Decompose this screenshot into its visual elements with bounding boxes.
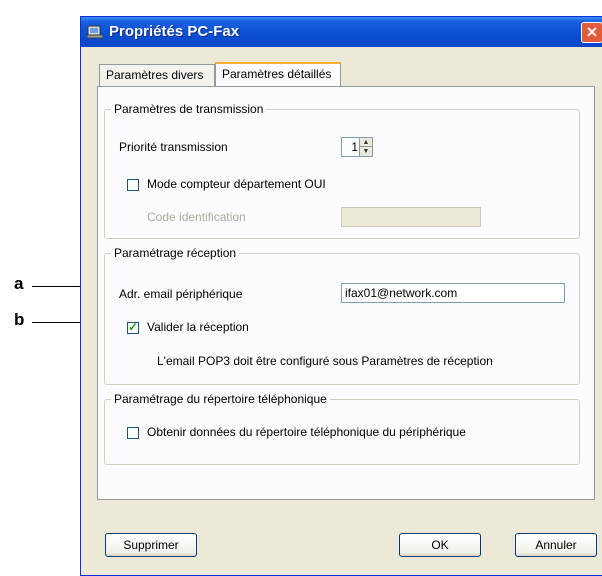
phonebook-group-label: Paramétrage du répertoire téléphonique bbox=[111, 392, 330, 406]
tab-label: Paramètres détaillés bbox=[222, 67, 332, 81]
spinner-buttons: ▲ ▼ bbox=[359, 138, 372, 156]
transmission-group-label: Paramètres de transmission bbox=[111, 102, 267, 116]
obtain-phonebook-checkbox[interactable] bbox=[127, 427, 139, 439]
reception-group-label: Paramétrage réception bbox=[111, 246, 240, 260]
code-identification-label: Code identification bbox=[147, 210, 246, 224]
validate-reception-checkbox[interactable]: ✓ bbox=[127, 320, 139, 334]
dept-counter-checkbox[interactable] bbox=[127, 179, 139, 191]
close-button[interactable]: ✕ bbox=[581, 22, 602, 43]
annotation-a-label: a bbox=[14, 274, 24, 293]
email-field[interactable]: ifax01@network.com bbox=[341, 283, 565, 303]
cancel-button[interactable]: Annuler bbox=[515, 533, 597, 557]
priority-label: Priorité transmission bbox=[119, 140, 228, 154]
code-identification-field[interactable] bbox=[341, 207, 481, 227]
spin-down-icon[interactable]: ▼ bbox=[360, 147, 372, 156]
dept-counter-label: Mode compteur département OUI bbox=[147, 177, 326, 191]
tab-parametres-detailles[interactable]: Paramètres détaillés bbox=[215, 62, 341, 87]
tab-panel: Paramètres de transmission Priorité tran… bbox=[97, 86, 595, 500]
fax-app-icon bbox=[87, 25, 103, 39]
delete-button[interactable]: Supprimer bbox=[105, 533, 197, 557]
dialog-window: Propriétés PC-Fax ✕ Paramètres divers Pa… bbox=[80, 16, 602, 576]
validate-reception-label: Valider la réception bbox=[147, 320, 249, 334]
tab-parametres-divers[interactable]: Paramètres divers bbox=[99, 64, 215, 86]
phonebook-group: Paramétrage du répertoire téléphonique O… bbox=[104, 392, 580, 465]
priority-value: 1 bbox=[351, 140, 358, 154]
title-bar[interactable]: Propriétés PC-Fax ✕ bbox=[81, 17, 602, 47]
close-icon: ✕ bbox=[586, 24, 598, 40]
priority-spinner[interactable]: 1 ▲ ▼ bbox=[341, 137, 373, 157]
transmission-group: Paramètres de transmission Priorité tran… bbox=[104, 102, 580, 239]
checkmark-icon: ✓ bbox=[128, 320, 139, 334]
ok-button[interactable]: OK bbox=[399, 533, 481, 557]
window-title: Propriétés PC-Fax bbox=[109, 23, 240, 40]
tab-label: Paramètres divers bbox=[106, 68, 204, 82]
obtain-phonebook-label: Obtenir données du répertoire téléphoniq… bbox=[147, 425, 466, 439]
reception-group: Paramétrage réception Adr. email périphé… bbox=[104, 246, 580, 385]
pop3-note: L'email POP3 doit être configuré sous Pa… bbox=[157, 354, 493, 368]
annotation-b-label: b bbox=[14, 310, 25, 329]
spin-up-icon[interactable]: ▲ bbox=[360, 138, 372, 147]
email-label: Adr. email périphérique bbox=[119, 287, 243, 301]
